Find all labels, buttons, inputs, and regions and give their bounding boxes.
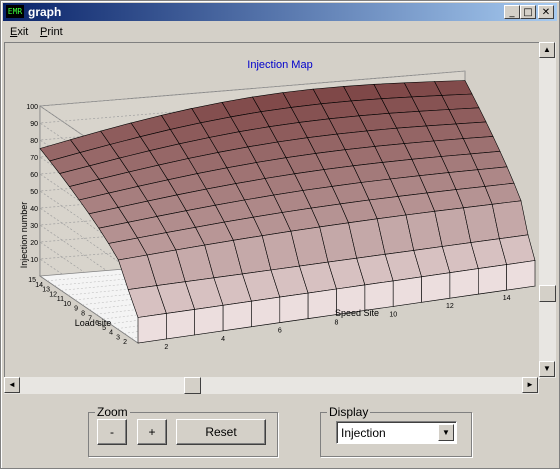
- z-tick-label: 10: [30, 257, 38, 264]
- surface-skirt: [506, 260, 536, 291]
- minimize-button[interactable]: _: [504, 5, 520, 19]
- vertical-scrollbar[interactable]: ▲ ▼: [539, 42, 556, 378]
- surface-skirt: [279, 292, 309, 323]
- menu-exit[interactable]: Exit: [10, 26, 28, 38]
- x-axis-label: Speed Site: [335, 308, 379, 318]
- vertical-scroll-thumb[interactable]: [539, 285, 556, 302]
- surface-skirt: [251, 296, 281, 328]
- z-tick-label: 50: [30, 189, 38, 196]
- z-tick-label: 90: [30, 121, 38, 128]
- z-tick-label: 40: [30, 206, 38, 213]
- zoom-reset-button[interactable]: Reset: [176, 419, 266, 445]
- y-tick-label: 14: [35, 282, 43, 289]
- display-selected-value: Injection: [341, 426, 386, 440]
- graph-window: EMR graph _ □ ✕ Exit Print Injection Map…: [0, 0, 560, 469]
- zoom-label: Zoom: [95, 405, 130, 419]
- y-tick-label: 15: [28, 277, 36, 284]
- close-button[interactable]: ✕: [538, 5, 554, 19]
- y-tick-label: 10: [63, 301, 71, 308]
- z-tick-label: 60: [30, 172, 38, 179]
- surface-skirt: [392, 276, 422, 307]
- surface-skirt: [449, 268, 479, 299]
- menu-print[interactable]: Print: [40, 26, 63, 38]
- scroll-up-button[interactable]: ▲: [539, 42, 555, 58]
- scroll-left-button[interactable]: ◄: [4, 377, 20, 393]
- y-tick-label: 3: [116, 334, 120, 341]
- surface-skirt: [421, 272, 451, 303]
- zoom-in-button[interactable]: +: [137, 419, 167, 445]
- surface-skirt: [194, 304, 224, 336]
- maximize-button[interactable]: □: [520, 5, 536, 19]
- scroll-right-button[interactable]: ►: [522, 377, 538, 393]
- scroll-down-button[interactable]: ▼: [539, 361, 555, 377]
- app-icon: EMR: [6, 5, 24, 18]
- zoom-out-button[interactable]: -: [97, 419, 127, 445]
- x-tick-label: 10: [389, 311, 397, 318]
- surface-skirt: [364, 280, 394, 311]
- window-title: graph: [28, 5, 62, 19]
- horizontal-scroll-thumb[interactable]: [184, 377, 201, 394]
- z-tick-label: 70: [30, 155, 38, 162]
- y-tick-label: 11: [57, 296, 64, 303]
- y-tick-label: 2: [123, 339, 127, 346]
- z-tick-label: 100: [26, 104, 38, 111]
- y-tick-label: 9: [74, 306, 78, 313]
- display-label: Display: [327, 405, 371, 419]
- graph-canvas[interactable]: Injection Map 10 20 30 40 50 60 70 80 90 100 2 4 6 8 1…: [4, 42, 540, 379]
- y-axis-label: Load site: [75, 318, 112, 328]
- z-tick-label: 20: [30, 240, 38, 247]
- y-tick-label: 13: [42, 287, 50, 294]
- surface-chart: Injection Map 10 20 30 40 50 60 70 80 90 100 2 4 6 8 1…: [19, 59, 537, 351]
- y-tick-label: 8: [81, 311, 85, 318]
- chevron-down-icon[interactable]: ▼: [438, 424, 454, 441]
- menu-bar: Exit Print: [3, 23, 557, 41]
- chart-title: Injection Map: [247, 59, 312, 71]
- surface-skirt: [222, 300, 252, 332]
- y-tick-label: 12: [49, 291, 57, 298]
- z-tick-label: 30: [30, 223, 38, 230]
- surface-skirt: [137, 313, 167, 344]
- x-tick-label: 14: [503, 295, 511, 302]
- zoom-group: Zoom - + Reset: [88, 405, 278, 457]
- x-tick-label: 12: [446, 303, 454, 310]
- z-axis-label: Injection number: [19, 202, 29, 269]
- title-bar[interactable]: EMR graph _ □ ✕: [3, 3, 557, 21]
- horizontal-scrollbar[interactable]: ◄ ►: [4, 377, 539, 394]
- x-tick-label: 6: [278, 328, 282, 335]
- z-tick-label: 80: [30, 138, 38, 145]
- y-tick-label: 4: [109, 330, 113, 337]
- display-select[interactable]: Injection ▼: [336, 421, 457, 444]
- x-tick-label: 4: [221, 336, 225, 343]
- display-group: Display Injection ▼: [320, 405, 472, 457]
- x-tick-label: 2: [164, 344, 168, 351]
- surface-skirt: [166, 309, 195, 340]
- surface-skirt: [307, 288, 337, 319]
- surface-skirt: [477, 264, 507, 295]
- x-tick-label: 8: [335, 320, 339, 327]
